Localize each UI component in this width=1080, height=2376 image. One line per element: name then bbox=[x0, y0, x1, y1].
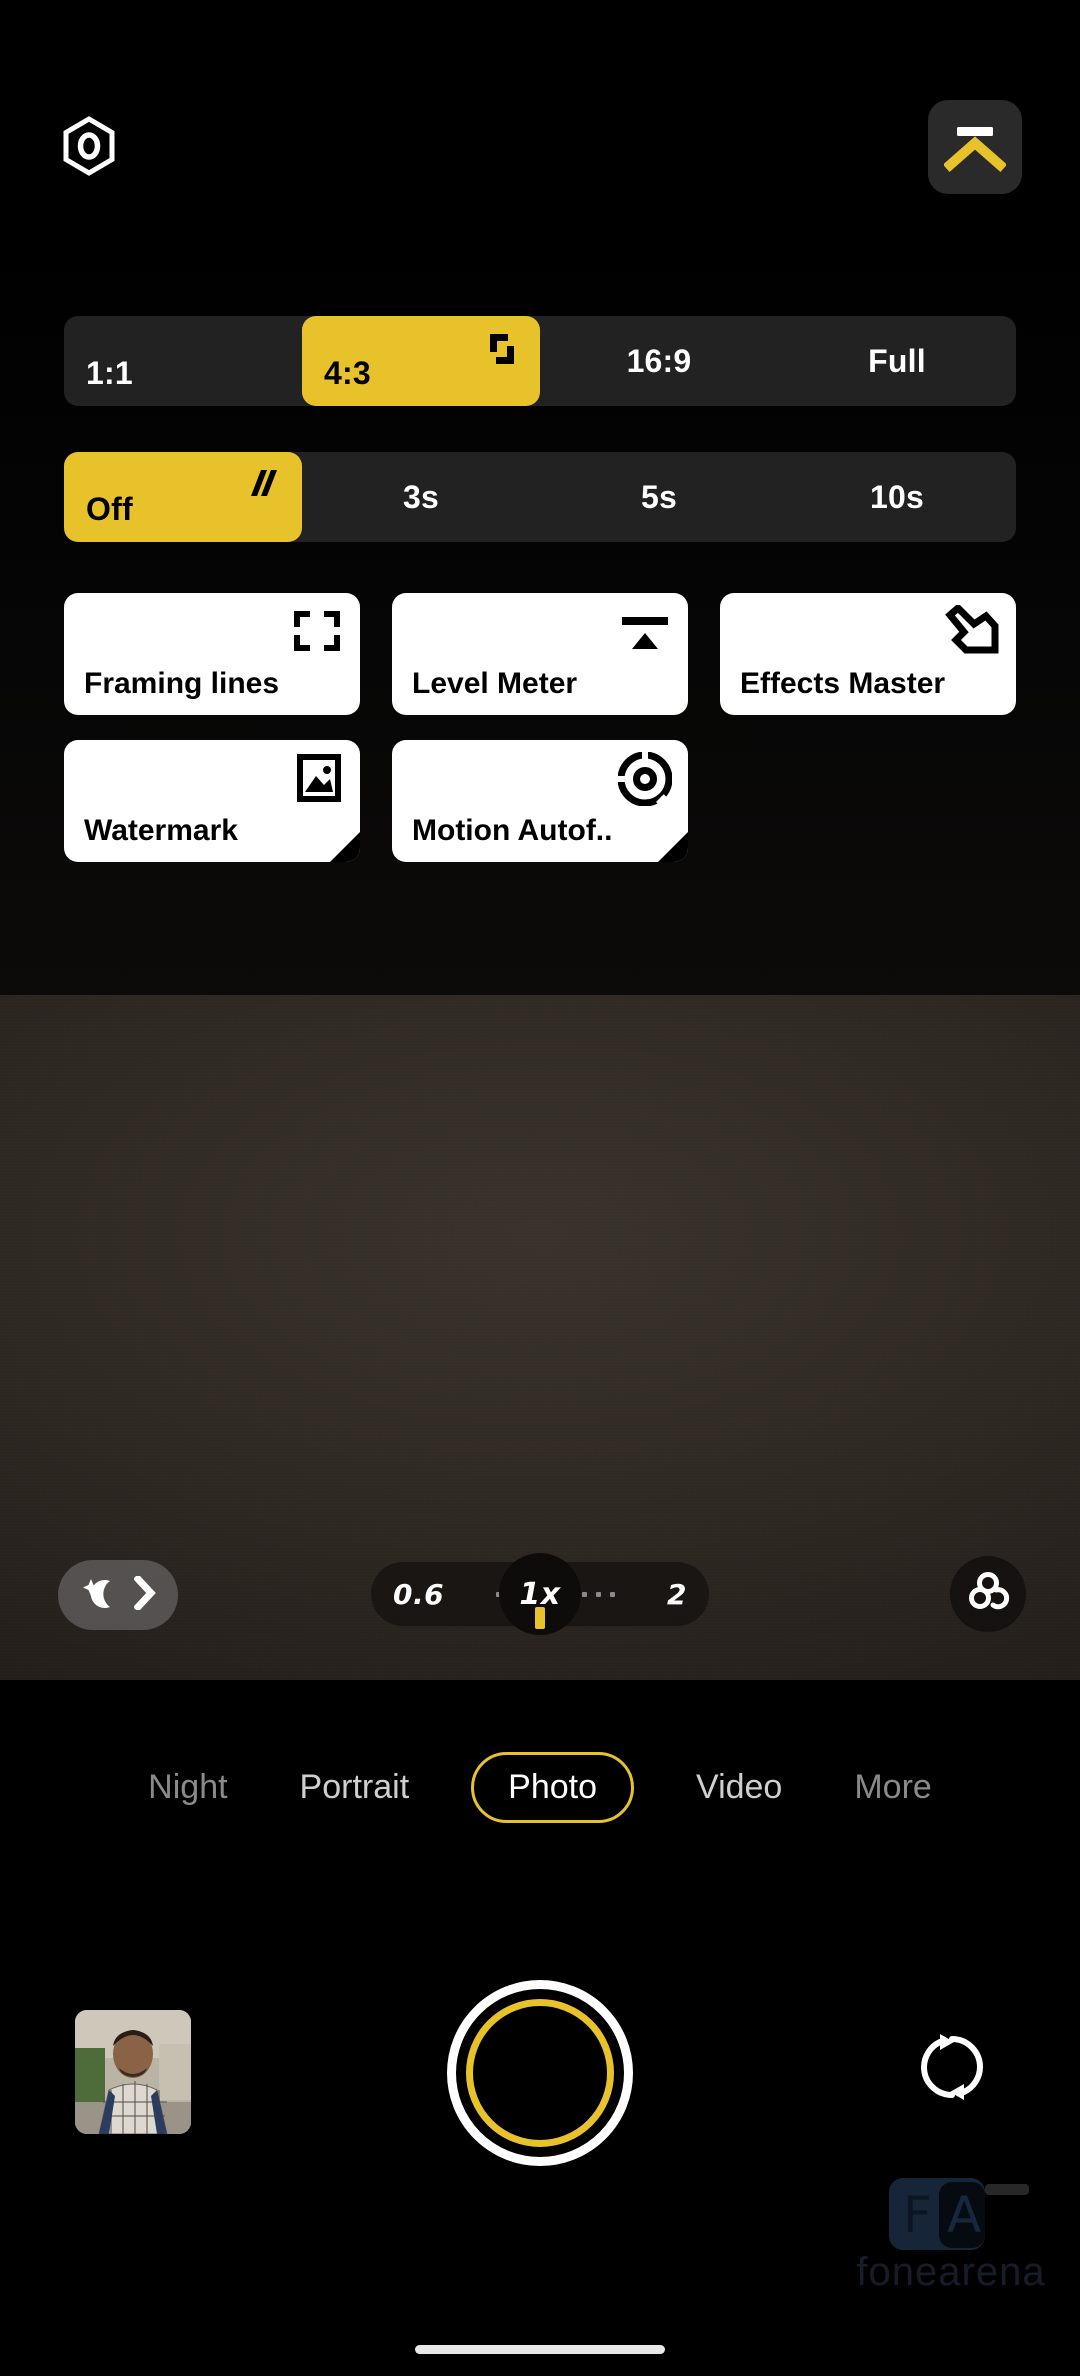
zoom-selector[interactable]: 0.6 2 1x bbox=[371, 1553, 709, 1635]
zoom-indicator-tick bbox=[535, 1607, 545, 1629]
top-bar bbox=[0, 0, 1080, 235]
aspect-ratio-option-1-1[interactable]: 1:1 bbox=[64, 316, 302, 406]
image-watermark-icon bbox=[294, 752, 344, 809]
timer-option-label: 10s bbox=[870, 478, 924, 515]
aspect-ratio-option-label: 16:9 bbox=[626, 342, 692, 379]
timer-option-label: 5s bbox=[641, 478, 677, 515]
feature-card-label: Effects Master bbox=[740, 667, 946, 700]
color-filters-icon bbox=[964, 1568, 1012, 1621]
shutter-button[interactable] bbox=[447, 1980, 633, 2166]
motion-autofocus-target-icon bbox=[617, 751, 673, 811]
timer-selector[interactable]: Off 3s 5s 10s bbox=[64, 452, 1016, 542]
svg-text:A: A bbox=[947, 2186, 981, 2244]
feature-cards-row: Framing lines Level Meter Effects Master bbox=[64, 593, 1016, 715]
zoom-current-knob[interactable]: 1x bbox=[499, 1553, 581, 1635]
camera-mode-selector[interactable]: Night Portrait Photo Video More bbox=[0, 1680, 1080, 1895]
night-mode-toggle[interactable] bbox=[58, 1560, 178, 1630]
settings-panel: 1:1 4:3 16:9 Full Off 3s 5s 10s Framing … bbox=[0, 235, 1080, 995]
feature-card-effects-master[interactable]: Effects Master bbox=[720, 593, 1016, 715]
aspect-ratio-option-full[interactable]: Full bbox=[778, 316, 1016, 406]
fonearena-watermark: F A fonearena bbox=[842, 2156, 1060, 2314]
chevron-right-icon bbox=[133, 1573, 156, 1615]
aspect-ratio-option-label: 1:1 bbox=[86, 355, 133, 391]
mode-night[interactable]: Night bbox=[138, 1768, 237, 1807]
timer-option-off[interactable]: Off bbox=[64, 452, 302, 542]
level-meter-icon bbox=[614, 605, 672, 662]
camera-app-screen: 1:1 4:3 16:9 Full Off 3s 5s 10s Framing … bbox=[0, 0, 1080, 2376]
framing-corners-icon bbox=[290, 605, 344, 662]
effects-wand-icon bbox=[942, 603, 1000, 664]
expandable-corner-indicator bbox=[658, 832, 688, 862]
watermark-text: fonearena bbox=[856, 2250, 1046, 2294]
zoom-min-label[interactable]: 0.6 bbox=[393, 1578, 444, 1611]
flip-camera-icon bbox=[914, 2029, 990, 2110]
shutter-inner-ring bbox=[466, 1999, 614, 2147]
crop-corners-icon bbox=[484, 330, 520, 375]
aspect-ratio-selector[interactable]: 1:1 4:3 16:9 Full bbox=[64, 316, 1016, 406]
feature-card-label: Framing lines bbox=[84, 667, 280, 700]
timer-option-label: Off bbox=[86, 491, 133, 527]
timer-option-label: 3s bbox=[403, 478, 439, 515]
home-indicator[interactable] bbox=[415, 2345, 665, 2354]
flip-camera-button[interactable] bbox=[908, 2025, 996, 2113]
feature-card-watermark[interactable]: Watermark bbox=[64, 740, 360, 862]
aspect-ratio-option-label: Full bbox=[868, 342, 926, 379]
moon-sparkle-icon bbox=[80, 1573, 120, 1618]
mode-photo[interactable]: Photo bbox=[471, 1752, 634, 1823]
aspect-ratio-option-4-3[interactable]: 4:3 bbox=[302, 316, 540, 406]
feature-card-label: Level Meter bbox=[412, 667, 578, 700]
mode-portrait[interactable]: Portrait bbox=[290, 1768, 420, 1807]
timer-option-5s[interactable]: 5s bbox=[540, 452, 778, 542]
color-filters-button[interactable] bbox=[950, 1556, 1026, 1632]
timer-option-10s[interactable]: 10s bbox=[778, 452, 1016, 542]
feature-card-label: Watermark bbox=[84, 814, 238, 847]
mode-more[interactable]: More bbox=[844, 1768, 941, 1807]
aperture-hexagon-icon[interactable] bbox=[58, 115, 120, 177]
feature-card-label: Motion Autof.. bbox=[412, 814, 613, 847]
feature-cards-grid: Framing lines Level Meter Effects Master… bbox=[64, 593, 1016, 887]
feature-card-level-meter[interactable]: Level Meter bbox=[392, 593, 688, 715]
fa-logo: F A bbox=[889, 2178, 1029, 2250]
mode-video[interactable]: Video bbox=[686, 1768, 792, 1807]
expandable-corner-indicator bbox=[330, 832, 360, 862]
collapse-panel-button[interactable] bbox=[928, 100, 1022, 194]
svg-text:F: F bbox=[903, 2186, 932, 2244]
gallery-thumbnail[interactable] bbox=[75, 2010, 191, 2134]
timer-option-3s[interactable]: 3s bbox=[302, 452, 540, 542]
collapse-panel-chevron-icon bbox=[944, 127, 1006, 173]
last-photo-portrait-thumbnail bbox=[75, 2010, 191, 2134]
feature-cards-row: Watermark Motion Autof.. bbox=[64, 740, 1016, 862]
feature-card-framing-lines[interactable]: Framing lines bbox=[64, 593, 360, 715]
zoom-max-label[interactable]: 2 bbox=[667, 1578, 687, 1611]
viewfinder-preview[interactable]: 0.6 2 1x bbox=[0, 995, 1080, 1680]
zoom-dots-right bbox=[581, 1591, 615, 1597]
aspect-ratio-option-label: 4:3 bbox=[324, 355, 371, 391]
aspect-ratio-option-16-9[interactable]: 16:9 bbox=[540, 316, 778, 406]
feature-card-motion-autofocus[interactable]: Motion Autof.. bbox=[392, 740, 688, 862]
timer-off-slash-icon bbox=[244, 466, 282, 513]
